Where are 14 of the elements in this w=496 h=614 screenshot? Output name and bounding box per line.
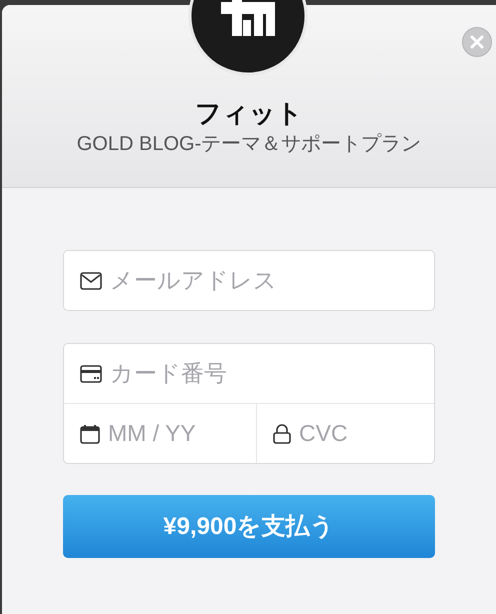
pay-button[interactable]: ¥9,900を支払う [63, 495, 435, 558]
envelope-icon [80, 272, 102, 290]
email-field-frame[interactable]: メールアドレス [63, 250, 435, 311]
card-number-field[interactable]: カード番号 [110, 356, 434, 391]
dialog-subtitle: GOLD BLOG-テーマ＆サポートプラン [76, 132, 422, 156]
lock-icon [273, 424, 291, 444]
cvc-field[interactable]: CVC [299, 416, 496, 451]
email-field[interactable]: メールアドレス [110, 263, 434, 298]
credit-card-icon [80, 364, 102, 382]
dialog-title: フィット [195, 97, 303, 130]
close-button[interactable] [462, 27, 492, 57]
calendar-icon [80, 424, 100, 444]
expiry-field[interactable]: MM / YY [108, 416, 256, 451]
close-icon [470, 35, 484, 49]
